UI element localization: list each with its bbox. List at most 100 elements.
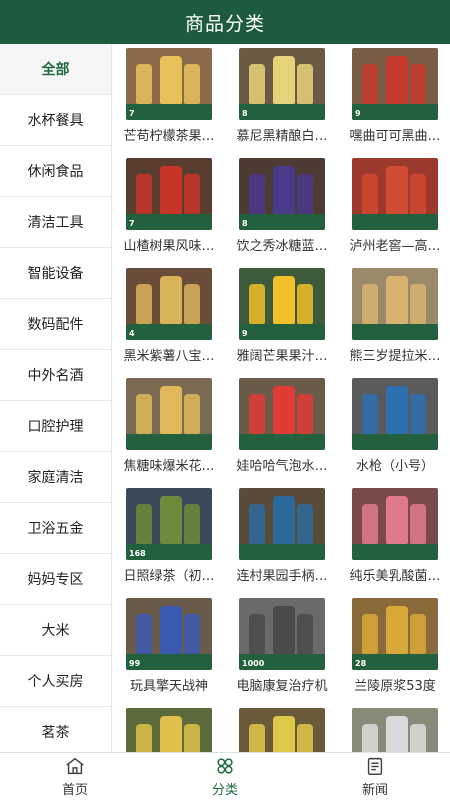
price-tag [126,104,212,120]
sidebar-item-label: 清洁工具 [27,215,84,231]
product-shape [297,504,313,544]
product-shape [273,716,295,752]
product-shape [184,504,200,544]
product-shape [160,166,182,214]
sidebar-item-label: 个人买房 [27,674,84,690]
product-shape [362,64,378,104]
sidebar-item-personal-housing[interactable]: 个人买房 [0,656,111,707]
product-card[interactable]: 168 日照绿茶（初… [113,488,225,598]
product-card[interactable]: 99 玩具擎天战神 [113,598,225,708]
product-shape [386,56,408,104]
tab-news[interactable]: 新闻 [300,753,450,800]
product-name: 连村果园手柄… [236,569,328,584]
product-card[interactable]: 28 兰陵原浆53度 [339,598,450,708]
product-shape [362,394,378,434]
sidebar-item-label: 中外名酒 [27,368,84,384]
product-shape [386,166,408,214]
category-sidebar[interactable]: 全部 水杯餐具 休闲食品 清洁工具 智能设备 数码配件 中外名酒 口腔护理 家庭… [0,44,112,752]
product-card[interactable]: 7 芒苟柠檬茶果… [113,48,225,158]
product-card[interactable]: 熊三岁提拉米… [339,268,450,378]
product-card[interactable]: 纯乐美乳酸菌… [339,488,450,598]
product-name: 山楂树果风味… [123,239,215,254]
tab-home[interactable]: 首页 [0,753,150,800]
price-tag [239,214,325,230]
product-card[interactable]: 8 饮之秀冰糖蓝… [226,158,338,268]
product-card[interactable]: 连村果园手柄… [226,488,338,598]
product-shape [362,174,378,214]
tab-category[interactable]: 分类 [150,753,300,800]
product-card[interactable]: 娃哈哈气泡水… [226,378,338,488]
product-image [352,158,438,230]
sidebar-item-tea[interactable]: 茗茶 [0,707,111,752]
product-image: 1000 [239,598,325,670]
sidebar-item-liquor[interactable]: 中外名酒 [0,350,111,401]
price-label: 168 [129,549,146,558]
product-shape [160,386,182,434]
product-name: 熊三岁提拉米… [349,349,441,364]
sidebar-item-digital-accessories[interactable]: 数码配件 [0,299,111,350]
product-shape [410,284,426,324]
product-card[interactable] [226,708,338,752]
product-card[interactable]: 水枪（小号） [339,378,450,488]
product-shape [386,606,408,654]
sidebar-item-home-cleaning[interactable]: 家庭清洁 [0,452,111,503]
sidebar-item-snacks[interactable]: 休闲食品 [0,146,111,197]
product-shape [362,284,378,324]
tab-label: 分类 [211,783,238,798]
price-tag [352,544,438,560]
sidebar-item-rice[interactable]: 大米 [0,605,111,656]
product-shape [273,386,295,434]
product-shape [249,504,265,544]
product-shape [136,504,152,544]
product-list[interactable]: 7 芒苟柠檬茶果… 8 慕尼黑精酿白… 9 嘿曲可可黑曲… 7 山楂树果风味… 8 饮之秀冰糖蓝…… [112,44,450,752]
product-image [352,268,438,340]
price-tag [126,434,212,450]
product-name: 玩具擎天战神 [129,679,208,694]
sidebar-item-bathroom-hardware[interactable]: 卫浴五金 [0,503,111,554]
price-label: 9 [242,329,248,338]
sidebar-item-smart-devices[interactable]: 智能设备 [0,248,111,299]
product-shape [249,64,265,104]
product-card[interactable]: 1000 电脑康复治疗机 [226,598,338,708]
product-card[interactable]: 9 雅阔芒果果汁… [226,268,338,378]
sidebar-item-cups[interactable]: 水杯餐具 [0,95,111,146]
sidebar-item-mom-zone[interactable]: 妈妈专区 [0,554,111,605]
product-card[interactable]: 焦糖味爆米花… [113,378,225,488]
product-card[interactable]: 9 嘿曲可可黑曲… [339,48,450,158]
product-shape [297,284,313,324]
price-tag [239,434,325,450]
price-tag [239,544,325,560]
product-card[interactable]: 8 慕尼黑精酿白… [226,48,338,158]
product-image: 9 [352,48,438,120]
product-card[interactable]: 7 山楂树果风味… [113,158,225,268]
product-image: 9 [239,268,325,340]
price-tag [352,214,438,230]
sidebar-item-label: 智能设备 [27,266,84,282]
product-card[interactable] [113,708,225,752]
product-card[interactable]: 4 黑米紫薯八宝… [113,268,225,378]
tab-label: 首页 [61,783,88,798]
product-card[interactable] [339,708,450,752]
sidebar-item-oral-care[interactable]: 口腔护理 [0,401,111,452]
home-icon [66,757,84,775]
product-shape [410,504,426,544]
product-name: 雅阔芒果果汁… [236,349,328,364]
product-shape [160,606,182,654]
sidebar-item-cleaning-tools[interactable]: 清洁工具 [0,197,111,248]
product-shape [410,174,426,214]
sidebar-item-all[interactable]: 全部 [0,44,111,95]
product-shape [297,394,313,434]
product-shape [273,166,295,214]
product-name: 日照绿茶（初… [123,569,215,584]
product-shape [184,174,200,214]
product-image [352,378,438,450]
bottom-tabbar: 首页 分类 新闻 [0,752,450,800]
price-label: 28 [355,659,367,668]
product-shape [160,56,182,104]
sidebar-item-label: 茗茶 [41,725,70,741]
product-card[interactable]: 泸州老窖—高… [339,158,450,268]
product-shape [362,504,378,544]
product-image [126,708,212,752]
product-shape [136,174,152,214]
sidebar-item-label: 家庭清洁 [27,470,84,486]
